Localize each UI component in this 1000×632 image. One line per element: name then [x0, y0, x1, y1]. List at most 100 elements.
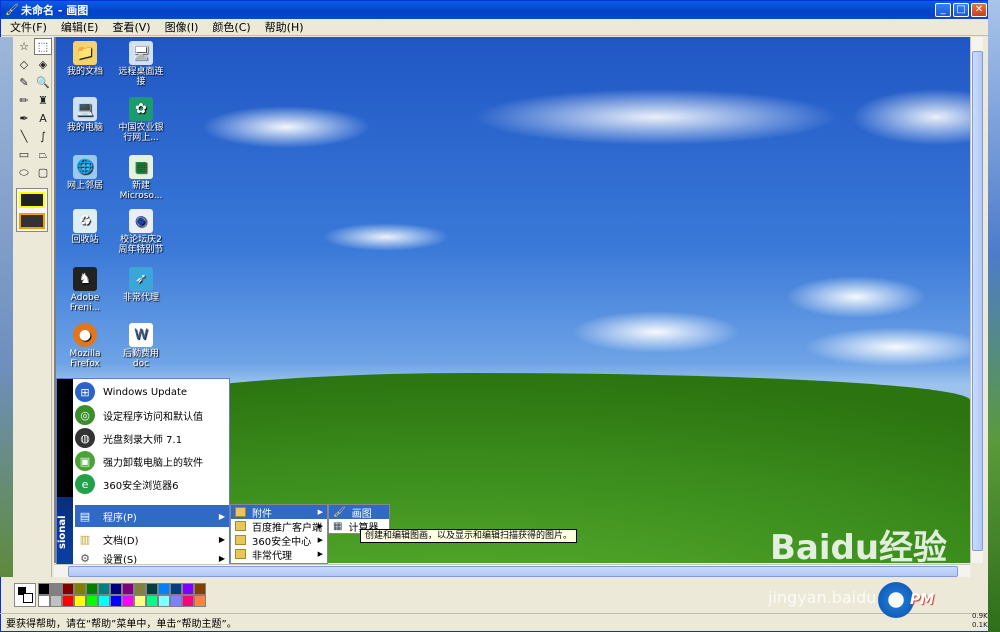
menu-file[interactable]: 文件(F) [3, 19, 54, 35]
text-tool-icon[interactable]: A [34, 110, 52, 127]
download-speed: 0.1K [972, 621, 988, 629]
color-swatch[interactable] [122, 595, 134, 607]
color-swatch[interactable] [158, 595, 170, 607]
menu-colors[interactable]: 颜色(C) [205, 19, 257, 35]
magnifier-tool-icon[interactable]: 🔍 [34, 74, 52, 91]
tooltip: 创建和编辑图画，以及显示和编辑扫描获得的图片。 [360, 529, 578, 543]
menu-view[interactable]: 查看(V) [105, 19, 157, 35]
color-swatch[interactable] [194, 583, 206, 595]
current-colors [14, 583, 36, 607]
disc-burner-icon: ◍ [75, 428, 95, 448]
proxy-icon: ➶ [129, 267, 153, 291]
color-swatch[interactable] [50, 583, 62, 595]
fill-tool-icon[interactable]: ◈ [34, 56, 52, 73]
color-swatch[interactable] [170, 583, 182, 595]
submenu-arrow-icon: ▶ [317, 522, 323, 530]
line-tool-icon[interactable]: ╲ [15, 128, 33, 145]
color-swatch[interactable] [62, 595, 74, 607]
submenu-item[interactable]: 360安全中心 ▶ [231, 533, 327, 548]
folder-icon [235, 549, 246, 559]
start-menu-programs[interactable]: ▤ 程序(P) ▶ [75, 505, 229, 527]
network-icon: 🌐 [73, 155, 97, 179]
submenu-arrow-icon: ▶ [218, 534, 225, 544]
color-swatch[interactable] [98, 595, 110, 607]
desktop-icon: ♞ Adobe Freni... [60, 267, 110, 313]
color-swatch[interactable] [62, 583, 74, 595]
start-menu-documents[interactable]: ▥ 文档(D) ▶ [75, 528, 229, 550]
eraser-tool-icon[interactable]: ◇ [15, 56, 33, 73]
color-swatch[interactable] [182, 583, 194, 595]
color-picker-tool-icon[interactable]: ✎ [15, 74, 33, 91]
color-swatch[interactable] [86, 595, 98, 607]
airbrush-tool-icon[interactable]: ✒ [15, 110, 33, 127]
color-swatch[interactable] [74, 595, 86, 607]
pencil-tool-icon[interactable]: ✏ [15, 92, 33, 109]
watermark-brand: Baidu经验 [770, 528, 948, 568]
folder-icon [235, 521, 246, 531]
color-swatch[interactable] [194, 595, 206, 607]
menu-edit[interactable]: 编辑(E) [54, 19, 106, 35]
color-swatch[interactable] [158, 583, 170, 595]
start-menu-item[interactable]: ⊞ Windows Update [75, 381, 229, 403]
color-swatch[interactable] [110, 595, 122, 607]
remote-desktop-icon: 🖥 [129, 41, 153, 65]
rectangle-tool-icon[interactable]: ▭ [15, 146, 33, 163]
submenu-arrow-icon: ▶ [218, 511, 225, 521]
color-swatch[interactable] [110, 583, 122, 595]
menu-help[interactable]: 帮助(H) [258, 19, 311, 35]
documents-icon: ▥ [79, 532, 91, 546]
brush-tool-icon[interactable]: ♜ [34, 92, 52, 109]
color-swatch[interactable] [146, 583, 158, 595]
color-swatch[interactable] [38, 583, 50, 595]
excel-icon: ▦ [129, 155, 153, 179]
calculator-icon: ▦ [333, 520, 343, 532]
close-button[interactable]: ✕ [971, 3, 987, 17]
desktop-left-strip [0, 37, 13, 577]
rounded-rect-tool-icon[interactable]: ▢ [34, 164, 52, 181]
color-swatch[interactable] [134, 583, 146, 595]
start-menu-item[interactable]: e 360安全浏览器6 [75, 473, 229, 495]
folder-icon: 📁 [73, 41, 97, 65]
color-swatch[interactable] [98, 583, 110, 595]
start-menu-item[interactable]: ◎ 设定程序访问和默认值 [75, 404, 229, 426]
maximize-button[interactable]: □ [953, 3, 969, 17]
pm-logo: PM [910, 592, 935, 608]
computer-icon: 💻 [73, 97, 97, 121]
color-swatch[interactable] [170, 595, 182, 607]
network-speed: 0.9K 0.1K [972, 612, 988, 630]
color-swatch[interactable] [182, 595, 194, 607]
start-menu-item[interactable]: ◍ 光盘刻录大师 7.1 [75, 427, 229, 449]
media-icon: ◉ [129, 209, 153, 233]
window-title: 未命名 - 画图 [21, 4, 89, 17]
start-menu-brand-strip: sional [57, 497, 73, 567]
free-select-tool-icon[interactable]: ☆ [15, 38, 33, 55]
paint-app-icon: 🖌 [333, 506, 346, 518]
paint-app-icon: 🖌 [5, 3, 19, 16]
color-swatch[interactable] [134, 595, 146, 607]
submenu-item[interactable]: 非常代理 ▶ [231, 547, 327, 562]
color-swatch[interactable] [146, 595, 158, 607]
vertical-scrollbar[interactable] [970, 37, 983, 563]
title-bar[interactable]: 🖌 未命名 - 画图 _ □ ✕ [1, 1, 989, 19]
curve-tool-icon[interactable]: ∫ [34, 128, 52, 145]
color-swatch[interactable] [50, 595, 62, 607]
opaque-option-icon[interactable] [19, 191, 45, 208]
submenu-item[interactable]: 百度推广客户端 ▶ [231, 519, 327, 534]
rect-select-tool-icon[interactable]: ⬚ [34, 38, 52, 55]
color-swatch[interactable] [86, 583, 98, 595]
desktop-right-strip [988, 0, 1000, 632]
menu-image[interactable]: 图像(I) [158, 19, 206, 35]
polygon-tool-icon[interactable]: ⏢ [34, 146, 52, 163]
color-swatch[interactable] [122, 583, 134, 595]
color-swatch[interactable] [38, 595, 50, 607]
start-menu-item[interactable]: ▣ 强力卸载电脑上的软件 [75, 450, 229, 472]
desktop-icon: ➶ 非常代理 [116, 267, 166, 303]
ellipse-tool-icon[interactable]: ⬭ [15, 164, 33, 181]
scroll-thumb[interactable] [972, 51, 983, 551]
desktop-icon: ● Mozilla Firefox [60, 323, 110, 369]
submenu-item-paint[interactable]: 🖌 画图 [329, 505, 389, 520]
minimize-button[interactable]: _ [935, 3, 951, 17]
transparent-option-icon[interactable] [19, 212, 45, 229]
submenu-item-accessories[interactable]: 附件 ▶ [231, 505, 327, 520]
color-swatch[interactable] [74, 583, 86, 595]
